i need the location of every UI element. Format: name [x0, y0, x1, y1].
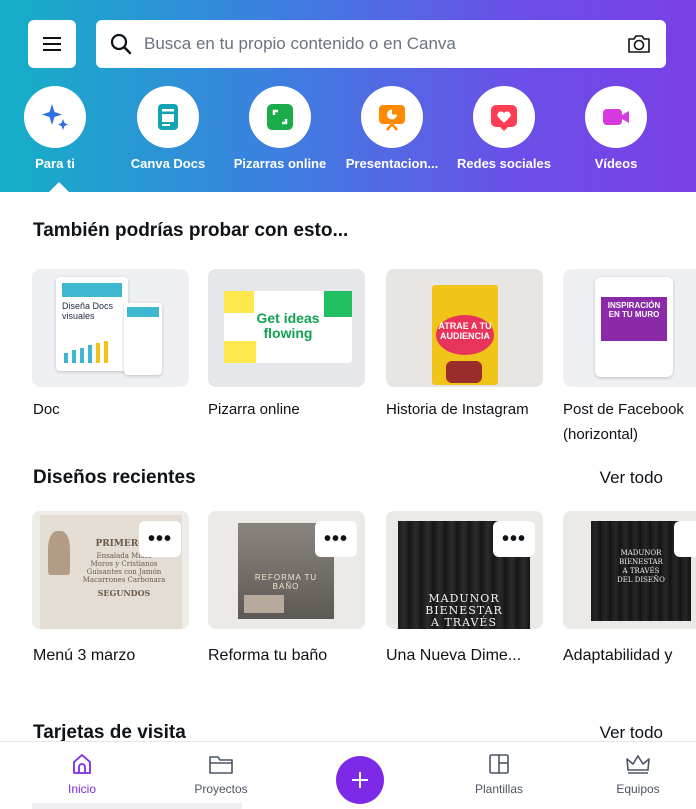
suggestion-card-doc[interactable]: Diseña Docs visuales: [32, 269, 189, 387]
category-label: Vídeos: [594, 156, 638, 171]
suggestion-caption: Doc: [33, 401, 60, 418]
home-indicator: [32, 803, 242, 809]
category-redes-sociales[interactable]: Redes sociales: [449, 86, 559, 171]
category-presentaciones[interactable]: Presentacion...: [337, 86, 447, 171]
category-label: Redes sociales: [457, 156, 551, 171]
category-canva-docs[interactable]: Canva Docs: [113, 86, 223, 171]
more-options-button[interactable]: •••: [493, 521, 535, 557]
recent-card-nueva-dimension[interactable]: MADUNOR BIENESTAR A TRAVÉS •••: [386, 511, 543, 629]
category-label: Presentacion...: [345, 156, 439, 171]
suggestion-card-instagram-story[interactable]: ATRAE A TU AUDIENCIA: [386, 269, 543, 387]
nav-label: Proyectos: [194, 782, 248, 796]
video-icon: [603, 109, 629, 125]
active-tab-indicator: [49, 182, 69, 192]
suggestion-caption: Historia de Instagram: [386, 401, 529, 418]
bottom-navigation: Inicio Proyectos Plantillas Equipos: [0, 741, 696, 809]
recent-title: Diseños recientes: [33, 467, 196, 488]
nav-label: Plantillas: [474, 782, 524, 796]
more-options-button[interactable]: •••: [139, 521, 181, 557]
category-videos[interactable]: Vídeos: [561, 86, 671, 171]
more-options-button[interactable]: •••: [315, 521, 357, 557]
nav-label: Equipos: [616, 782, 660, 796]
recent-card-reforma[interactable]: REFORMA TU BAÑO •••: [208, 511, 365, 629]
doc-preview-chart: [64, 341, 108, 363]
doc-preview-text: Diseña Docs visuales: [62, 301, 114, 321]
menu-button[interactable]: [28, 20, 76, 68]
hamburger-icon: [43, 37, 61, 51]
category-label: Para ti: [35, 156, 75, 171]
plus-icon: [352, 772, 368, 788]
doc-preview-page: Diseña Docs visuales: [56, 277, 128, 371]
suggestion-caption: Pizarra online: [208, 401, 300, 418]
search-input[interactable]: Busca en tu propio contenido o en Canva: [144, 34, 626, 54]
recent-card-adaptabilidad[interactable]: MADUNOR BIENESTAR A TRAVÉS DEL DISEÑO: [563, 511, 696, 629]
category-row: Para ti Canva Docs Pizarras online Prese…: [0, 86, 696, 192]
create-button[interactable]: [336, 756, 384, 804]
recent-caption: Reforma tu baño: [208, 647, 328, 664]
category-para-ti[interactable]: Para ti: [0, 86, 110, 171]
suggestions-title: También podrías probar con esto...: [33, 220, 349, 241]
recent-caption: Adaptabilidad y: [563, 647, 673, 664]
instagram-preview-text: ATRAE A TU AUDIENCIA: [438, 321, 492, 341]
suggestion-card-whiteboard[interactable]: Get ideas flowing: [208, 269, 365, 387]
nav-equipos[interactable]: Equipos: [588, 752, 688, 796]
category-label: Canva Docs: [130, 156, 206, 171]
nav-label: Inicio: [67, 782, 96, 796]
home-icon: [73, 754, 91, 774]
recent-see-all-link[interactable]: Ver todo: [600, 468, 663, 488]
suggestion-card-facebook-post[interactable]: INSPIRACIÓN EN TU MURO: [563, 269, 696, 387]
tree-illustration: [48, 531, 70, 575]
category-label: Pizarras online: [233, 156, 327, 171]
recent-caption: Menú 3 marzo: [33, 647, 136, 664]
suggestion-caption-line2: (horizontal): [563, 426, 639, 443]
camera-icon[interactable]: [626, 33, 652, 55]
whiteboard-preview-text: Get ideas flowing: [256, 310, 320, 341]
recent-card-menu[interactable]: PRIMEROS Ensalada Mixta Moros y Cristian…: [32, 511, 189, 629]
heart-icon: [491, 105, 517, 131]
search-bar[interactable]: Busca en tu propio contenido o en Canva: [96, 20, 666, 68]
doc-preview-phone: [124, 303, 162, 375]
sparkle-icon: [42, 104, 68, 130]
presentation-icon: [379, 105, 405, 131]
header: Busca en tu propio contenido o en Canva …: [0, 0, 696, 192]
nav-inicio[interactable]: Inicio: [32, 752, 132, 796]
recent-caption: Una Nueva Dime...: [386, 647, 522, 664]
nav-proyectos[interactable]: Proyectos: [171, 752, 271, 796]
doc-icon: [158, 104, 178, 130]
more-options-button-partial[interactable]: [674, 521, 696, 557]
category-pizarras[interactable]: Pizarras online: [225, 86, 335, 171]
whiteboard-icon: [267, 104, 293, 130]
search-icon: [110, 33, 132, 55]
reforma-preview-text: REFORMA TU BAÑO: [254, 573, 318, 591]
facebook-preview-text: INSPIRACIÓN EN TU MURO: [607, 301, 661, 319]
nav-plantillas[interactable]: Plantillas: [449, 752, 549, 796]
business-cards-see-all-link[interactable]: Ver todo: [600, 723, 663, 743]
suggestion-caption: Post de Facebook: [563, 401, 684, 418]
templates-icon: [489, 754, 509, 774]
crown-icon: [626, 755, 650, 774]
folder-icon: [209, 756, 233, 774]
